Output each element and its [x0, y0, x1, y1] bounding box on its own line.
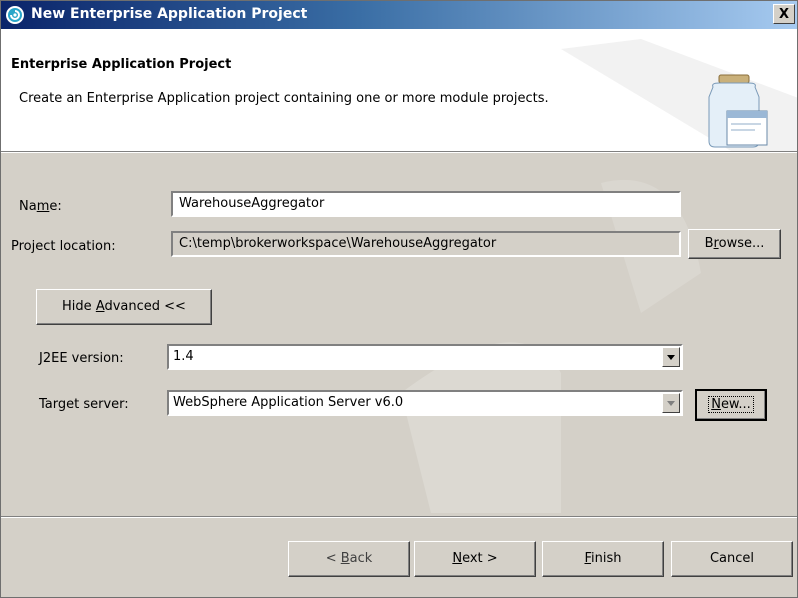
chevron-down-icon[interactable] [662, 393, 680, 413]
new-server-button[interactable]: New... [695, 389, 767, 421]
jar-window-icon [708, 74, 768, 148]
back-button[interactable]: < Back [288, 541, 410, 577]
title-bar[interactable]: New Enterprise Application Project X [1, 1, 797, 29]
name-field[interactable]: WarehouseAggregator [171, 191, 681, 217]
close-icon: X [778, 7, 790, 22]
page-description: Create an Enterprise Application project… [19, 91, 549, 106]
chevron-down-icon[interactable] [662, 347, 680, 367]
location-field[interactable]: C:\temp\brokerworkspace\WarehouseAggrega… [171, 231, 681, 257]
browse-button[interactable]: Browse... [688, 229, 781, 259]
target-server-label: Target server: [39, 397, 129, 412]
hide-advanced-button[interactable]: Hide Advanced << [36, 289, 212, 325]
app-logo-icon [6, 6, 24, 24]
name-label: Name: [19, 199, 62, 214]
j2ee-version-select[interactable]: 1.4 [167, 344, 683, 370]
j2ee-version-label: J2EE version: [39, 351, 124, 366]
target-server-value: WebSphere Application Server v6.0 [173, 395, 404, 410]
next-button[interactable]: Next > [414, 541, 536, 577]
window-title: New Enterprise Application Project [31, 6, 308, 22]
close-button[interactable]: X [773, 4, 795, 24]
dialog-window: New Enterprise Application Project X Ent… [0, 0, 798, 598]
finish-button[interactable]: Finish [542, 541, 664, 577]
location-label: Project location: [11, 239, 116, 254]
footer-separator-highlight [1, 517, 797, 518]
j2ee-version-value: 1.4 [173, 349, 194, 364]
cancel-button[interactable]: Cancel [671, 541, 793, 577]
banner-watermark [561, 39, 797, 151]
page-heading: Enterprise Application Project [11, 57, 232, 72]
wizard-banner: Enterprise Application Project Create an… [1, 29, 797, 152]
target-server-select[interactable]: WebSphere Application Server v6.0 [167, 390, 683, 416]
